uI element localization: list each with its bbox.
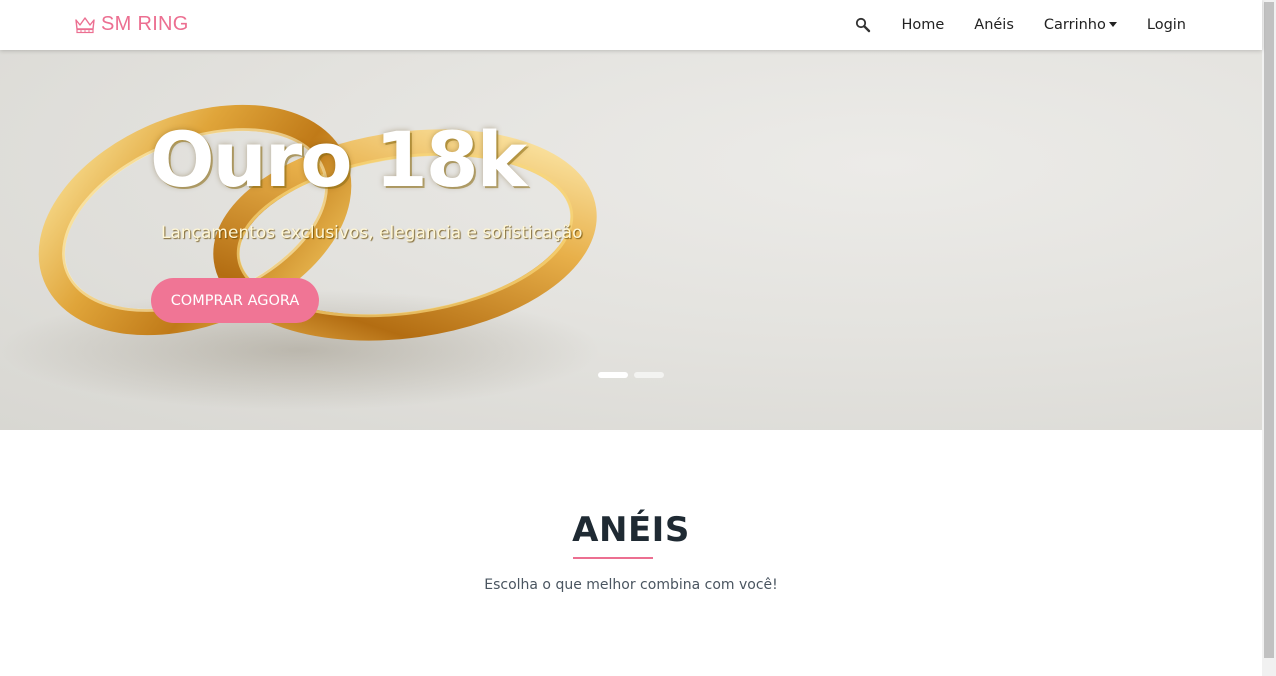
carousel-indicator-2[interactable] (634, 372, 664, 378)
caret-down-icon (1108, 21, 1117, 27)
title-underline (573, 557, 653, 559)
page-scrollbar[interactable] (1262, 0, 1276, 676)
search-button[interactable] (854, 16, 872, 34)
search-icon (856, 17, 871, 33)
nav-link-aneis-label: Anéis (974, 17, 1014, 33)
nav-menu: Home Anéis Carrinho Login (854, 0, 1186, 50)
carousel-indicators (598, 372, 670, 378)
hero-subtitle: Lançamentos exclusivos, elegancia e sofi… (161, 223, 583, 243)
section-title: ANÉIS (572, 510, 690, 550)
hero-title: Ouro 18k (150, 115, 527, 204)
scrollbar-thumb[interactable] (1264, 2, 1274, 658)
nav-dropdown-carrinho-label: Carrinho (1043, 17, 1106, 33)
nav-link-home-label: Home (901, 17, 945, 33)
nav-link-login-label: Login (1146, 17, 1186, 33)
carousel-indicator-1[interactable] (598, 372, 628, 378)
top-navbar: SM RING Home Anéis Carrinho Login (0, 0, 1262, 50)
section-subtitle: Escolha o que melhor combina com você! (484, 577, 778, 593)
buy-now-button[interactable]: COMPRAR AGORA (151, 278, 319, 323)
hero-carousel: Ouro 18k Lançamentos exclusivos, eleganc… (0, 50, 1262, 430)
brand-name: SM RING (101, 13, 189, 35)
nav-link-login[interactable]: Login (1147, 17, 1186, 33)
brand-logo-link[interactable]: SM RING (74, 13, 189, 36)
nav-dropdown-carrinho[interactable]: Carrinho (1044, 17, 1117, 33)
crown-icon (75, 16, 95, 33)
nav-link-aneis[interactable]: Anéis (974, 17, 1014, 33)
nav-link-home[interactable]: Home (901, 17, 944, 33)
